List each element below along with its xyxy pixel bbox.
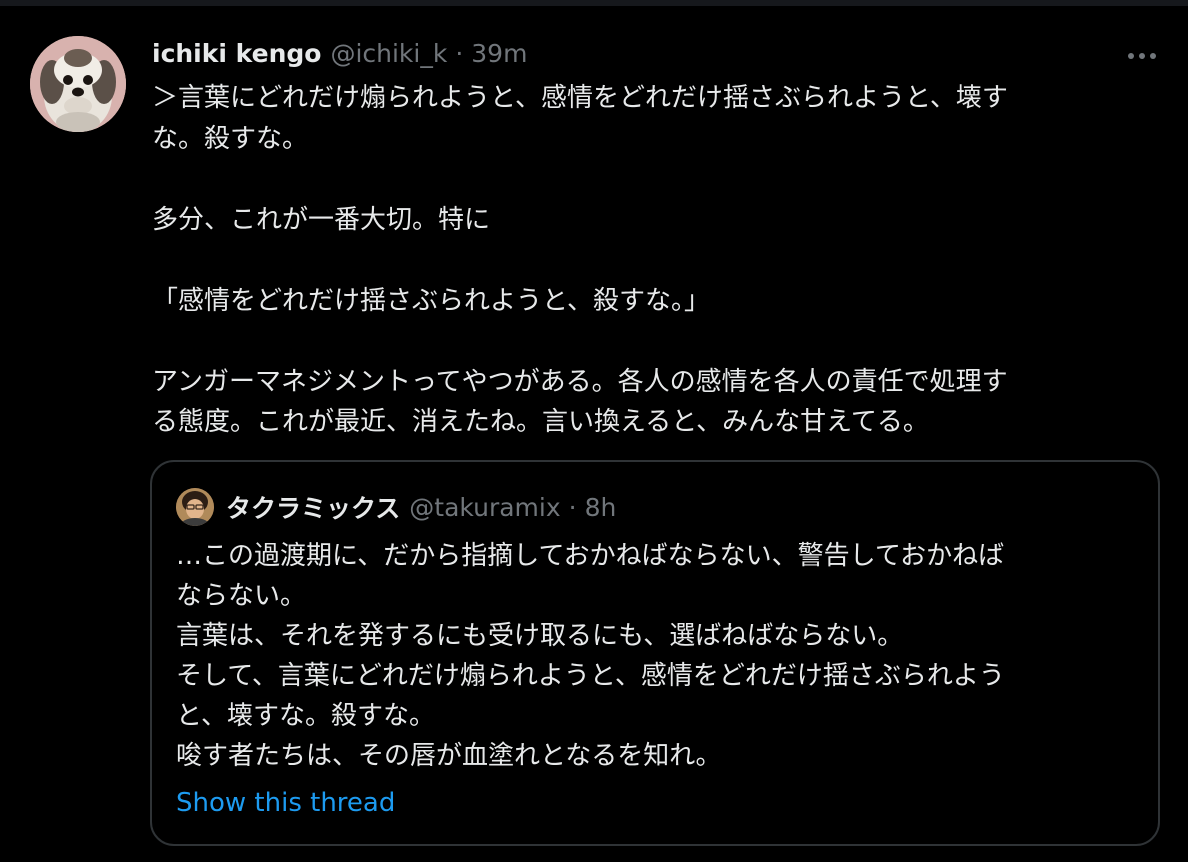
show-thread-link[interactable]: Show this thread	[176, 788, 395, 818]
quoted-text-line: ならない。	[176, 581, 307, 611]
author-display-name[interactable]: ichiki kengo	[152, 39, 321, 68]
more-options-button[interactable]	[1122, 36, 1162, 76]
person-avatar-icon	[176, 488, 214, 526]
quoted-text-line: そして、言葉にどれだけ煽られようと、感情をどれだけ揺さぶられよう	[176, 661, 1005, 691]
tweet-header: ichiki kengo @ichiki_k · 39m	[152, 36, 527, 70]
dog-avatar-icon	[30, 36, 126, 132]
tweet-text-line: アンガーマネジメントってやつがある。各人の感情を各人の責任で処理す	[152, 366, 1008, 397]
quoted-text-line: と、壊すな。殺すな。	[176, 701, 435, 731]
quoted-text-line: …この過渡期に、だから指摘しておかねばならない、警告しておかねば	[176, 541, 1005, 571]
quoted-author-avatar[interactable]	[176, 488, 214, 526]
tweet[interactable]: ichiki kengo @ichiki_k · 39m ＞言葉にどれだけ煽られ…	[0, 6, 1188, 862]
quoted-text-line: 唆す者たちは、その唇が血塗れとなるを知れ。	[176, 741, 722, 771]
quoted-author-handle[interactable]: @takuramix	[409, 493, 560, 522]
quoted-tweet-header: タクラミックス @takuramix · 8h	[226, 488, 616, 526]
quoted-header-separator: ·	[568, 492, 577, 522]
quoted-tweet[interactable]: タクラミックス @takuramix · 8h …この過渡期に、だから指摘してお…	[150, 460, 1160, 846]
tweet-text: ＞言葉にどれだけ煽られようと、感情をどれだけ揺さぶられようと、壊す な。殺すな。…	[152, 78, 1152, 443]
author-avatar[interactable]	[30, 36, 126, 132]
header-separator: ·	[455, 38, 464, 68]
more-options-icon	[1128, 53, 1156, 59]
tweet-text-line: ＞言葉にどれだけ煽られようと、感情をどれだけ揺さぶられようと、壊す	[152, 83, 1008, 113]
tweet-text-line: な。殺すな。	[152, 123, 309, 154]
quoted-tweet-timestamp[interactable]: 8h	[585, 493, 617, 522]
author-handle[interactable]: @ichiki_k	[330, 39, 447, 68]
tweet-text-line: 「感情をどれだけ揺さぶられようと、殺すな。」	[152, 285, 710, 316]
quoted-author-display-name[interactable]: タクラミックス	[226, 489, 400, 525]
quoted-text-line: 言葉は、それを発するにも受け取るにも、選ばねばならない。	[176, 621, 904, 651]
tweet-timestamp[interactable]: 39m	[471, 39, 527, 68]
tweet-text-line: 多分、これが一番大切。特に	[152, 204, 491, 235]
quoted-tweet-text: …この過渡期に、だから指摘しておかねばならない、警告しておかねば ならない。 言…	[176, 536, 1146, 776]
tweet-text-line: る態度。これが最近、消えたね。言い換えると、みんな甘えてる。	[152, 407, 929, 437]
